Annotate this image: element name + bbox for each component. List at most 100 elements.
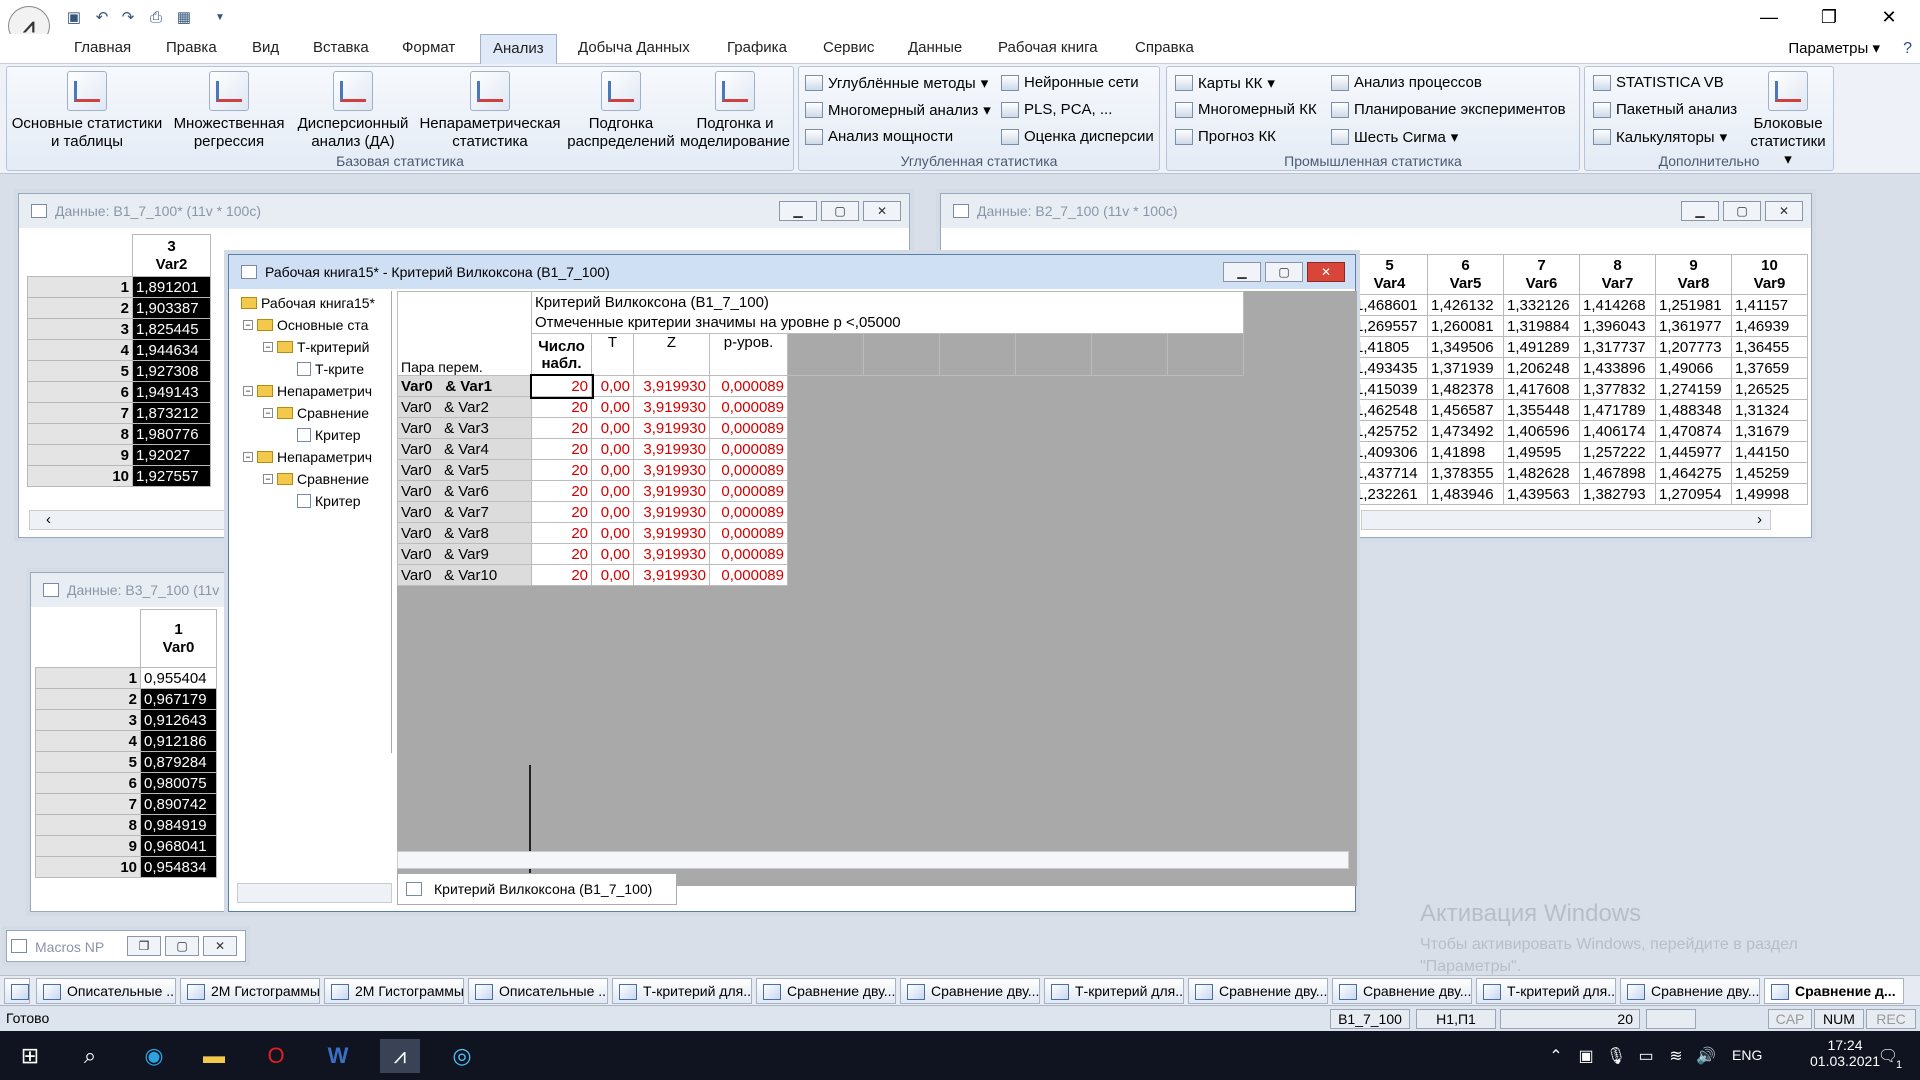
app-menu-icon[interactable] xyxy=(4,978,30,1004)
p-cell[interactable]: 0,000089 xyxy=(709,522,788,544)
data-cell[interactable]: 1,409306 xyxy=(1351,441,1428,463)
table-row[interactable]: Var0 & Var3 20 0,00 3,919930 0,000089 xyxy=(397,417,1244,439)
data-cell[interactable]: 0,984919 xyxy=(140,814,217,836)
pair-label[interactable]: Var0 & Var7 xyxy=(397,501,532,523)
scroll-left-icon[interactable]: ‹ xyxy=(46,511,51,528)
p-cell[interactable]: 0,000089 xyxy=(709,543,788,565)
data-cell[interactable]: 1,891201 xyxy=(132,276,211,298)
restore-button[interactable]: ❐ xyxy=(127,936,161,956)
data-cell[interactable]: 1,257222 xyxy=(1579,441,1656,463)
tab-tools[interactable]: Сервис xyxy=(823,39,874,56)
tree-node-workbook[interactable]: Рабочая книга15* xyxy=(241,295,375,311)
save-icon[interactable]: ▣ xyxy=(64,7,84,27)
z-cell[interactable]: 3,919930 xyxy=(633,459,710,481)
task-item[interactable]: 2М Гистограммы xyxy=(180,978,320,1004)
table-row[interactable]: Var0 & Var10 20 0,00 3,919930 0,000089 xyxy=(397,564,1244,586)
data-cell[interactable]: 1,396043 xyxy=(1579,315,1656,337)
data-cell[interactable]: 1,349506 xyxy=(1427,336,1504,358)
data-cell[interactable]: 1,45259 xyxy=(1731,462,1808,484)
data-cell[interactable]: 1,425752 xyxy=(1351,420,1428,442)
data-cell[interactable]: 1,269557 xyxy=(1351,315,1428,337)
data-cell[interactable]: 1,426132 xyxy=(1427,294,1504,316)
tab-insert[interactable]: Вставка xyxy=(313,39,369,56)
n-cell[interactable]: 20 xyxy=(531,543,592,565)
column-header[interactable]: 5 Var4 xyxy=(1351,254,1428,295)
data-cell[interactable]: 1,437714 xyxy=(1351,462,1428,484)
column-header[interactable]: 10 Var9 xyxy=(1731,254,1808,295)
n-cell[interactable]: 20 xyxy=(531,501,592,523)
language-indicator[interactable]: ENG xyxy=(1732,1047,1762,1063)
data-cell[interactable]: 1,270954 xyxy=(1655,483,1732,505)
task-item[interactable]: Сравнение дву... xyxy=(1188,978,1328,1004)
row-header[interactable]: 5 xyxy=(35,751,141,773)
data-cell[interactable]: 1,37659 xyxy=(1731,357,1808,379)
basic-stats-button[interactable]: Основные статистики и таблицы xyxy=(11,71,163,151)
data-cell[interactable]: 1,873212 xyxy=(132,402,211,424)
data-grid[interactable]: 1 Var0 1 0,955404 2 0,967179 3 0,912643 4 0,9… xyxy=(35,609,217,878)
results-grid[interactable]: Пара перем. Критерий Вилкоксона (B1_7_10… xyxy=(397,291,1244,586)
row-header[interactable]: 4 xyxy=(27,339,133,361)
column-header-n[interactable]: Число набл. xyxy=(531,333,592,376)
task-item[interactable]: Сравнение дву... xyxy=(900,978,1040,1004)
collapse-icon[interactable]: − xyxy=(263,408,273,418)
task-item[interactable]: Описательные ... xyxy=(36,978,176,1004)
data-cell[interactable]: 1,980776 xyxy=(132,423,211,445)
data-cell[interactable]: 1,355448 xyxy=(1503,399,1580,421)
data-cell[interactable]: 1,468601 xyxy=(1351,294,1428,316)
row-header[interactable]: 9 xyxy=(35,835,141,857)
data-grid[interactable]: 5 Var4 6 Var5 7 Var6 8 Var7 9 Var8 10 Var9 1,4… xyxy=(1351,254,1808,505)
data-cell[interactable]: 1,41805 xyxy=(1351,336,1428,358)
column-header[interactable]: 7 Var6 xyxy=(1503,254,1580,295)
tab-graphics[interactable]: Графика xyxy=(727,39,787,56)
data-cell[interactable]: 1,49998 xyxy=(1731,483,1808,505)
volume-icon[interactable]: 🔊 xyxy=(1686,1039,1726,1073)
row-header[interactable]: 6 xyxy=(27,381,133,403)
row-header[interactable]: 6 xyxy=(35,772,141,794)
collapse-icon[interactable]: − xyxy=(263,474,273,484)
data-cell[interactable]: 1,488348 xyxy=(1655,399,1732,421)
tree-scrollbar[interactable] xyxy=(237,883,392,903)
results-spreadsheet[interactable]: Пара перем. Критерий Вилкоксона (B1_7_10… xyxy=(397,291,1357,886)
row-header[interactable]: 8 xyxy=(35,814,141,836)
data-cell[interactable]: 1,361977 xyxy=(1655,315,1732,337)
data-cell[interactable]: 1,825445 xyxy=(132,318,211,340)
help-icon[interactable]: ? xyxy=(1903,40,1912,58)
pair-label[interactable]: Var0 & Var2 xyxy=(397,396,532,418)
data-cell[interactable]: 0,879284 xyxy=(140,751,217,773)
data-cell[interactable]: 1,949143 xyxy=(132,381,211,403)
z-cell[interactable]: 3,919930 xyxy=(633,522,710,544)
p-cell[interactable]: 0,000089 xyxy=(709,564,788,586)
z-cell[interactable]: 3,919930 xyxy=(633,375,710,397)
data-cell[interactable]: 1,406174 xyxy=(1579,420,1656,442)
data-cell[interactable]: 0,954834 xyxy=(140,856,217,878)
column-header-p[interactable]: p-уров. xyxy=(709,333,788,376)
tree-node-criterion-1[interactable]: Критер xyxy=(297,427,361,443)
z-cell[interactable]: 3,919930 xyxy=(633,564,710,586)
pair-label[interactable]: Var0 & Var4 xyxy=(397,438,532,460)
z-cell[interactable]: 3,919930 xyxy=(633,417,710,439)
t-cell[interactable]: 0,00 xyxy=(591,375,634,397)
data-cell[interactable]: 0,968041 xyxy=(140,835,217,857)
data-window-b3[interactable]: Данные: B3_7_100 (11v 1 Var0 1 0,955404 20… xyxy=(30,572,242,912)
close-button[interactable]: ✕ xyxy=(203,936,237,956)
z-cell[interactable]: 3,919930 xyxy=(633,438,710,460)
data-cell[interactable]: 1,471789 xyxy=(1579,399,1656,421)
data-cell[interactable]: 1,371939 xyxy=(1427,357,1504,379)
multivariate-button[interactable]: Многомерный анализ ▾ xyxy=(805,101,991,119)
data-cell[interactable]: 1,433896 xyxy=(1579,357,1656,379)
task-item[interactable]: Т-критерий для... xyxy=(1044,978,1184,1004)
row-header[interactable]: 3 xyxy=(35,709,141,731)
horizontal-scrollbar[interactable]: › xyxy=(1361,510,1771,530)
table-row[interactable]: Var0 & Var1 20 0,00 3,919930 0,000089 xyxy=(397,373,1244,399)
t-cell[interactable]: 0,00 xyxy=(591,459,634,481)
tab-workbook[interactable]: Рабочая книга xyxy=(998,39,1098,56)
data-cell[interactable]: 1,260081 xyxy=(1427,315,1504,337)
data-cell[interactable]: 1,36455 xyxy=(1731,336,1808,358)
statistica-vb-button[interactable]: STATISTICA VB xyxy=(1593,74,1724,91)
data-cell[interactable]: 1,49066 xyxy=(1655,357,1732,379)
data-cell[interactable]: 1,944634 xyxy=(132,339,211,361)
data-cell[interactable]: 1,31324 xyxy=(1731,399,1808,421)
task-item[interactable]: Сравнение дву... xyxy=(1332,978,1472,1004)
windows-start-icon[interactable]: ⊞ xyxy=(10,1039,50,1073)
collapse-icon[interactable]: − xyxy=(243,386,253,396)
